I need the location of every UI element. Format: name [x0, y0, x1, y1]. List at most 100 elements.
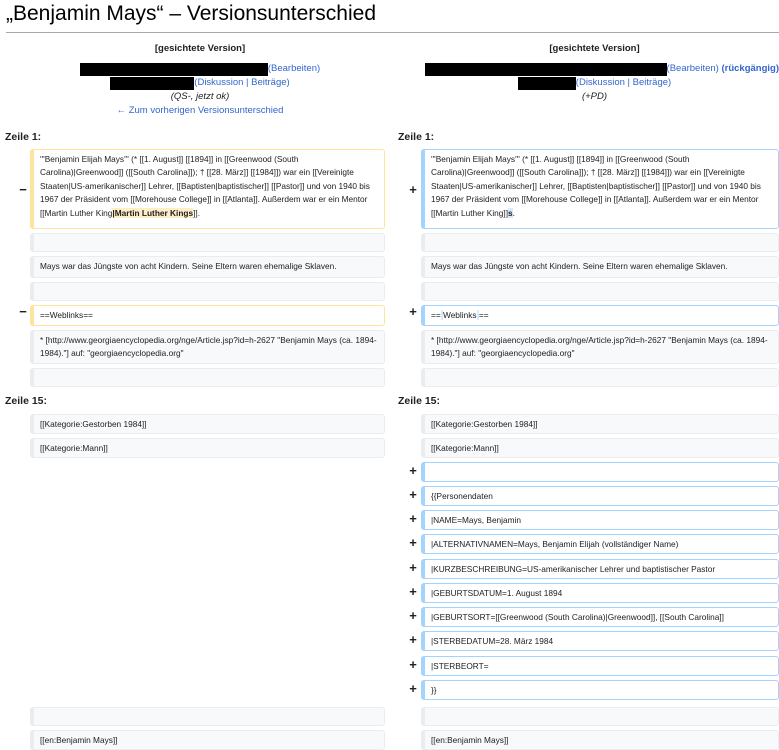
- right-line-number-1: Zeile 1:: [398, 131, 435, 143]
- context-line: Mays war das Jüngste von acht Kindern. S…: [421, 256, 779, 278]
- added-text: |ALTERNATIVNAMEN=Mays, Benjamin Elijah (…: [431, 539, 679, 549]
- added-text: |KURZBESCHREIBUNG=US-amerikanischer Lehr…: [431, 564, 716, 574]
- title-divider: [6, 32, 779, 33]
- context-text: [[Kategorie:Mann]]: [431, 443, 499, 453]
- context-empty-line: [421, 707, 779, 726]
- context-line: [[Kategorie:Mann]]: [30, 438, 385, 458]
- deletion-marker: −: [19, 182, 27, 197]
- addition-marker: +: [409, 632, 417, 647]
- addition-marker: +: [409, 182, 417, 197]
- added-text: {{Personendaten: [431, 491, 493, 501]
- deleted-text: '''Benjamin Elijah Mays''' (* [[1. Augus…: [40, 154, 370, 218]
- added-line-cell: |NAME=Mays, Benjamin: [421, 510, 779, 530]
- addition-marker: +: [409, 535, 417, 550]
- context-line: [[en:Benjamin Mays]]: [421, 730, 779, 750]
- addition-marker: +: [409, 584, 417, 599]
- left-line-number-15: Zeile 15:: [5, 395, 48, 407]
- right-revision-header: [gesichtete Version] (Bearbeiten) (rückg…: [410, 42, 779, 104]
- added-line-cell: |ALTERNATIVNAMEN=Mays, Benjamin Elijah (…: [421, 534, 779, 554]
- added-line-cell: '''Benjamin Elijah Mays''' (* [[1. Augus…: [421, 149, 779, 229]
- added-text: '''Benjamin Elijah Mays''' (* [[1. Augus…: [431, 154, 761, 218]
- context-line: Mays war das Jüngste von acht Kindern. S…: [30, 256, 385, 278]
- context-text: [[en:Benjamin Mays]]: [40, 735, 118, 745]
- addition-marker: +: [409, 657, 417, 672]
- right-line-number-15: Zeile 15:: [398, 395, 441, 407]
- addition-marker: +: [409, 463, 417, 478]
- added-text: |STERBEORT=: [431, 661, 489, 671]
- added-text: |GEBURTSDATUM=1. August 1894: [431, 588, 563, 598]
- added-line-cell: |STERBEDATUM=28. März 1984: [421, 631, 779, 651]
- context-empty-line: [421, 282, 779, 301]
- context-line: * [http://www.georgiaencyclopedia.org/ng…: [30, 330, 385, 364]
- added-line-cell: }}: [421, 680, 779, 700]
- addition-marker: +: [409, 511, 417, 526]
- addition-marker: +: [409, 681, 417, 696]
- right-user-line-2: (Diskussion | Beiträge): [410, 76, 779, 90]
- right-redacted-timestamp: [424, 62, 667, 76]
- context-line: [[Kategorie:Gestorben 1984]]: [421, 414, 779, 434]
- added-line-cell: [421, 462, 779, 482]
- added-text: |NAME=Mays, Benjamin: [431, 515, 521, 525]
- right-edit-link[interactable]: (Bearbeiten): [667, 62, 719, 76]
- added-text: Weblinks: [443, 310, 477, 320]
- added-line-cell: |KURZBESCHREIBUNG=US-amerikanischer Lehr…: [421, 559, 779, 579]
- addition-marker: +: [409, 304, 417, 319]
- context-line: [[en:Benjamin Mays]]: [30, 730, 385, 750]
- context-text: Mays war das Jüngste von acht Kindern. S…: [431, 261, 728, 271]
- deletion-marker: −: [19, 304, 27, 319]
- context-text: [[Kategorie:Mann]]: [40, 443, 108, 453]
- context-empty-line: [30, 707, 385, 726]
- left-user-line-2: (Diskussion | Beiträge): [30, 76, 370, 90]
- deleted-line-cell: ==Weblinks==: [30, 305, 385, 326]
- left-redacted-username: [110, 76, 195, 90]
- added-text: ==: [431, 310, 441, 320]
- right-user-line: (Bearbeiten) (rückgängig): [410, 62, 779, 76]
- deleted-text: ==Weblinks==: [40, 310, 93, 320]
- context-empty-line: [30, 368, 385, 387]
- added-line-cell: == Weblinks ==: [421, 305, 779, 326]
- added-text: ==: [478, 310, 489, 320]
- context-empty-line: [30, 282, 385, 301]
- addition-marker: +: [409, 487, 417, 502]
- context-line: [[Kategorie:Gestorben 1984]]: [30, 414, 385, 434]
- context-empty-line: [421, 368, 779, 387]
- context-empty-line: [421, 233, 779, 252]
- context-text: [[en:Benjamin Mays]]: [431, 735, 509, 745]
- left-talk-contrib-links[interactable]: (Diskussion | Beiträge): [194, 76, 289, 90]
- added-text-end: .: [512, 207, 515, 218]
- context-text: [[Kategorie:Gestorben 1984]]: [40, 419, 147, 429]
- prev-diff-link[interactable]: ← Zum vorherigen Versionsunterschied: [30, 104, 370, 118]
- right-undo-link[interactable]: (rückgängig): [721, 62, 779, 76]
- left-redacted-timestamp: [79, 62, 268, 76]
- added-text: }}: [431, 685, 437, 695]
- left-edit-summary: (QS-, jetzt ok): [170, 91, 230, 102]
- context-line: [[Kategorie:Mann]]: [421, 438, 779, 458]
- added-line-cell: |GEBURTSDATUM=1. August 1894: [421, 583, 779, 603]
- right-redacted-username: [517, 76, 576, 90]
- addition-marker: +: [409, 560, 417, 575]
- context-line: * [http://www.georgiaencyclopedia.org/ng…: [421, 330, 779, 364]
- deleted-highlight: |Martin Luther Kings: [112, 207, 194, 218]
- context-text: [[Kategorie:Gestorben 1984]]: [431, 419, 538, 429]
- context-text: * [http://www.georgiaencyclopedia.org/ng…: [431, 335, 768, 359]
- left-edit-link[interactable]: (Bearbeiten): [268, 62, 320, 76]
- added-line-cell: |STERBEORT=: [421, 656, 779, 676]
- page-title: „Benjamin Mays“ – Versionsunterschied: [6, 2, 377, 25]
- context-text: * [http://www.georgiaencyclopedia.org/ng…: [40, 335, 377, 359]
- added-line-cell: {{Personendaten: [421, 486, 779, 506]
- right-edit-summary: (+PD): [581, 91, 608, 102]
- added-text: |GEBURTSORT=[[Greenwood (South Carolina)…: [431, 612, 724, 622]
- addition-marker: +: [409, 608, 417, 623]
- context-text: Mays war das Jüngste von acht Kindern. S…: [40, 261, 337, 271]
- added-text: |STERBEDATUM=28. März 1984: [431, 636, 554, 646]
- deleted-line-cell: '''Benjamin Elijah Mays''' (* [[1. Augus…: [30, 149, 385, 229]
- left-line-number-1: Zeile 1:: [5, 131, 42, 143]
- added-line-cell: |GEBURTSORT=[[Greenwood (South Carolina)…: [421, 607, 779, 627]
- right-version-label: [gesichtete Version]: [549, 43, 640, 54]
- left-version-label: [gesichtete Version]: [154, 43, 246, 54]
- right-talk-contrib-links[interactable]: (Diskussion | Beiträge): [576, 76, 671, 90]
- deleted-text-end: ]].: [193, 207, 201, 218]
- left-user-line: (Bearbeiten): [30, 62, 370, 76]
- left-revision-header: [gesichtete Version] (Bearbeiten) (Disku…: [30, 42, 370, 118]
- context-empty-line: [30, 233, 385, 252]
